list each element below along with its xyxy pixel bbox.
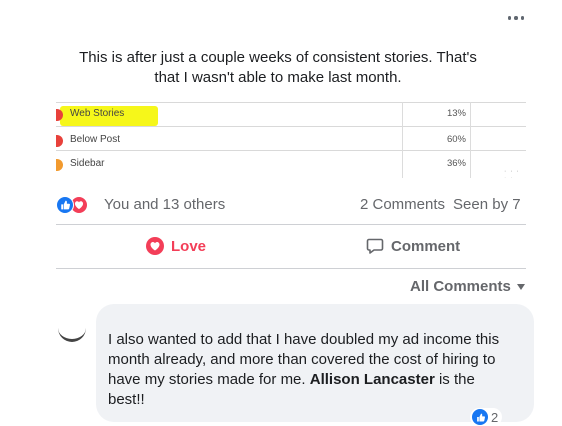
embedded-screenshot[interactable]: Web Stories 13% Below Post 60% Sidebar 3…: [56, 102, 526, 178]
comment-reaction-count[interactable]: 2: [470, 408, 503, 426]
comment-text: I also wanted to add that I have doubled…: [108, 330, 508, 410]
row-percent: 60%: [446, 134, 466, 145]
row-label: Web Stories: [70, 108, 125, 119]
like-reaction-icon: [56, 196, 74, 214]
table-divider: [56, 102, 526, 103]
more-dot-icon: [520, 16, 525, 20]
comment-label: Comment: [391, 237, 461, 255]
pie-marker-icon: [56, 135, 63, 147]
comment-filter-dropdown[interactable]: All Comments: [410, 278, 525, 295]
divider: [56, 268, 526, 269]
cropped-dots: · · · · ·: [504, 168, 520, 178]
table-row: Below Post 60%: [56, 130, 526, 152]
post-text-line: This is after just a couple weeks of con…: [79, 49, 477, 66]
pie-marker-icon: [56, 159, 63, 171]
mention-link[interactable]: Allison Lancaster: [310, 371, 435, 388]
comment-bubble: I also wanted to add that I have doubled…: [96, 304, 534, 422]
table-row: Sidebar 36%: [56, 154, 526, 176]
table-divider: [56, 126, 526, 127]
comment-button[interactable]: Comment: [366, 230, 460, 262]
comments-count-link[interactable]: 2 Comments: [360, 196, 445, 213]
more-dot-icon: [507, 16, 512, 20]
divider: [56, 224, 526, 225]
post-text: This is after just a couple weeks of con…: [40, 48, 516, 88]
reactions-bar: You and 13 others 2 Comments Seen by 7: [56, 194, 526, 216]
love-button[interactable]: Love: [146, 230, 206, 262]
table-row: Web Stories 13%: [56, 104, 526, 126]
engagement-stats: 2 Comments Seen by 7: [360, 196, 526, 213]
post-text-line: that I wasn't able to make last month.: [154, 69, 402, 86]
row-percent: 36%: [446, 158, 466, 169]
reaction-summary[interactable]: You and 13 others: [104, 196, 225, 213]
more-dot-icon: [514, 16, 518, 20]
row-label: Below Post: [70, 134, 121, 145]
avatar[interactable]: [58, 328, 86, 342]
reaction-count: 2: [491, 409, 499, 425]
chevron-down-icon: [516, 283, 525, 290]
more-options-button[interactable]: [504, 8, 528, 28]
seen-by-link[interactable]: Seen by 7: [453, 196, 521, 213]
row-percent: 13%: [446, 108, 466, 119]
reaction-icons[interactable]: [56, 196, 96, 214]
like-reaction-icon: [472, 409, 488, 425]
love-label: Love: [171, 237, 207, 255]
comment-filter-label: All Comments: [410, 278, 511, 295]
comment-bubble-icon: [366, 238, 384, 254]
love-reaction-icon: [146, 237, 164, 255]
row-label: Sidebar: [70, 158, 105, 169]
